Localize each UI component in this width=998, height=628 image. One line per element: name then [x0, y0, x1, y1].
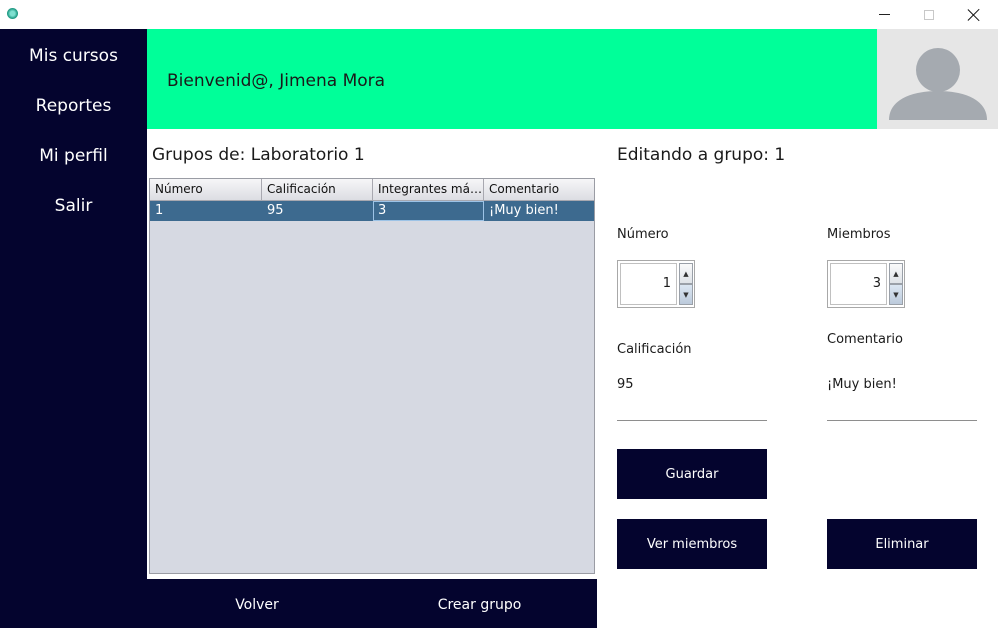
calificacion-underline: [617, 420, 767, 421]
sidebar-item-mis-cursos[interactable]: Mis cursos: [0, 42, 147, 70]
editor-title: Editando a grupo: 1: [617, 145, 786, 165]
sidebar-item-salir[interactable]: Salir: [0, 192, 147, 220]
miembros-increment-button[interactable]: ▲: [889, 263, 903, 284]
bottom-action-bar: Volver Crear grupo: [147, 579, 597, 628]
sidebar: Mis cursos Reportes Mi perfil Salir: [0, 29, 147, 628]
delete-button[interactable]: Eliminar: [827, 519, 977, 569]
numero-spinner[interactable]: 1 ▲ ▼: [617, 260, 695, 308]
cell-integrantes[interactable]: 3: [373, 201, 484, 221]
numero-label: Número: [617, 227, 669, 242]
user-avatar-icon: [889, 48, 987, 120]
numero-increment-button[interactable]: ▲: [679, 263, 693, 284]
calificacion-input[interactable]: 95: [617, 377, 634, 392]
create-group-button[interactable]: Crear grupo: [407, 579, 552, 628]
minimize-icon: [878, 14, 890, 15]
minimize-button[interactable]: [861, 0, 907, 29]
welcome-text: Bienvenid@, Jimena Mora: [167, 71, 386, 91]
miembros-input[interactable]: 3: [830, 263, 887, 305]
groups-table[interactable]: Número Calificación Integrantes máxi... …: [149, 178, 595, 574]
close-icon: [968, 9, 980, 21]
title-bar: [0, 0, 998, 29]
maximize-button[interactable]: [906, 0, 952, 29]
arrow-up-icon: ▲: [683, 270, 689, 278]
back-button[interactable]: Volver: [187, 579, 327, 628]
view-members-button[interactable]: Ver miembros: [617, 519, 767, 569]
arrow-up-icon: ▲: [893, 270, 899, 278]
table-row[interactable]: 1 95 3 ¡Muy bien!: [150, 201, 594, 221]
column-header-calificacion[interactable]: Calificación: [262, 179, 373, 200]
header-banner: Bienvenid@, Jimena Mora: [147, 29, 877, 129]
table-header: Número Calificación Integrantes máxi... …: [150, 179, 594, 201]
column-header-integrantes[interactable]: Integrantes máxi...: [373, 179, 484, 200]
save-button[interactable]: Guardar: [617, 449, 767, 499]
cell-calificacion[interactable]: 95: [262, 201, 373, 221]
column-header-numero[interactable]: Número: [150, 179, 262, 200]
sidebar-item-mi-perfil[interactable]: Mi perfil: [0, 142, 147, 170]
sidebar-item-reportes[interactable]: Reportes: [0, 92, 147, 120]
app-icon: [7, 8, 18, 19]
miembros-decrement-button[interactable]: ▼: [889, 284, 903, 305]
numero-decrement-button[interactable]: ▼: [679, 284, 693, 305]
cell-comentario[interactable]: ¡Muy bien!: [484, 201, 594, 221]
numero-input[interactable]: 1: [620, 263, 677, 305]
arrow-down-icon: ▼: [683, 291, 689, 299]
groups-title: Grupos de: Laboratorio 1: [152, 145, 365, 165]
comentario-underline: [827, 420, 977, 421]
cell-numero[interactable]: 1: [150, 201, 262, 221]
avatar: [877, 29, 998, 129]
maximize-icon: [924, 9, 934, 20]
calificacion-label: Calificación: [617, 342, 692, 357]
comentario-label: Comentario: [827, 332, 903, 347]
miembros-spinner[interactable]: 3 ▲ ▼: [827, 260, 905, 308]
miembros-label: Miembros: [827, 227, 891, 242]
arrow-down-icon: ▼: [893, 291, 899, 299]
close-button[interactable]: [951, 0, 997, 29]
column-header-comentario[interactable]: Comentario: [484, 179, 594, 200]
comentario-input[interactable]: ¡Muy bien!: [827, 377, 897, 392]
